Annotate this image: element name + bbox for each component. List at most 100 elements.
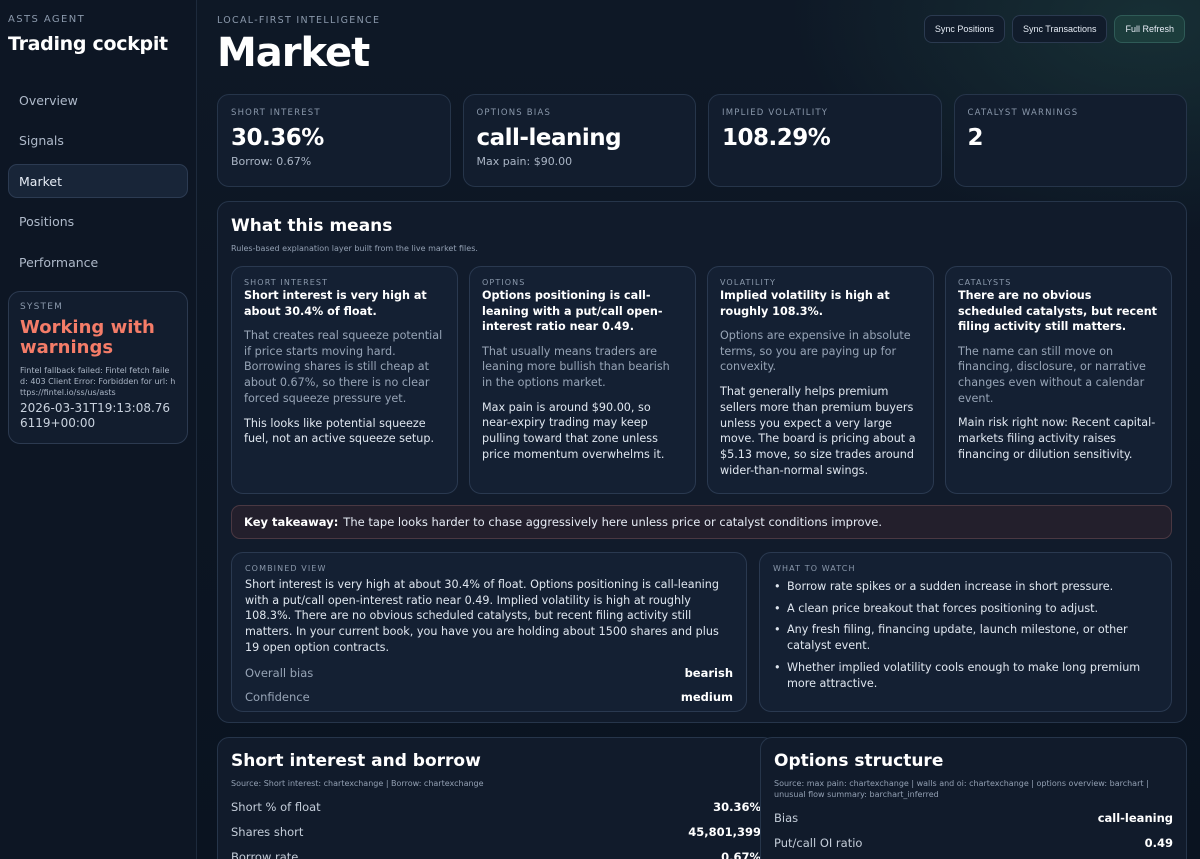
card-conclusion: This looks like potential squeeze fuel, … — [244, 416, 435, 446]
short-interest-panel: Short interest and borrow Source: Short … — [217, 737, 775, 859]
stat-value: 2 — [967, 125, 984, 151]
card-body: The name can still move on financing, di… — [958, 344, 1146, 405]
combined-text: Short interest is very high at about 30.… — [245, 578, 719, 654]
card-headline: Short interest is very high at about 30.… — [244, 289, 427, 318]
stat-implied-volatility: IMPLIED VOLATILITY 108.29% — [708, 94, 942, 187]
table-row: Shares short 45,801,399 — [231, 825, 761, 839]
panel-source: Source: Short interest: chartexchange | … — [231, 779, 484, 788]
card-conclusion: That generally helps premium sellers mor… — [720, 385, 916, 477]
card-kicker: OPTIONS — [482, 278, 526, 287]
main-content: LOCAL-FIRST INTELLIGENCE Market Sync Pos… — [217, 0, 1187, 859]
row-label: Short % of float — [231, 800, 321, 814]
card-kicker: CATALYSTS — [958, 278, 1012, 287]
confidence-value: medium — [680, 689, 733, 704]
overall-bias-value: bearish — [684, 665, 733, 680]
system-kicker: SYSTEM — [20, 302, 64, 312]
card-body: Options are expensive in absolute terms,… — [720, 329, 911, 374]
panel-title: Options structure — [774, 751, 944, 771]
sidebar-item-performance[interactable]: Performance — [8, 245, 188, 279]
confidence-row: Confidence medium — [245, 690, 733, 704]
card-short-interest: SHORT INTEREST Short interest is very hi… — [231, 266, 458, 494]
card-conclusion: Max pain is around $90.00, so near-expir… — [482, 400, 665, 461]
page-title: Market — [217, 30, 370, 76]
watch-kicker: WHAT TO WATCH — [773, 564, 856, 573]
system-message: Fintel fallback failed: Fintel fetch fai… — [20, 366, 176, 397]
takeaway-text: The tape looks harder to chase aggressiv… — [343, 515, 883, 529]
card-conclusion: Main risk right now: Recent capital-mark… — [958, 416, 1156, 461]
card-headline: There are no obvious scheduled catalysts… — [958, 289, 1158, 333]
header-actions: Sync Positions Sync Transactions Full Re… — [923, 15, 1185, 43]
card-body: That usually means traders are leaning m… — [482, 344, 670, 389]
card-options: OPTIONS Options positioning is call-lean… — [469, 266, 696, 494]
row-label: Put/call OI ratio — [774, 836, 863, 850]
stat-catalyst-warnings: CATALYST WARNINGS 2 — [953, 94, 1187, 187]
explanation-panel: What this means Rules-based explanation … — [217, 201, 1187, 723]
card-kicker: VOLATILITY — [720, 278, 776, 287]
card-body: That creates real squeeze potential if p… — [244, 329, 443, 405]
stat-short-interest: SHORT INTEREST 30.36% Borrow: 0.67% — [217, 94, 451, 187]
watch-item: Any fresh filing, financing update, laun… — [773, 622, 1158, 653]
sidebar: ASTS AGENT Trading cockpit Overview Sign… — [0, 0, 197, 859]
stat-label: CATALYST WARNINGS — [967, 108, 1079, 118]
explain-cards: SHORT INTEREST Short interest is very hi… — [231, 266, 1172, 494]
sync-positions-button[interactable]: Sync Positions — [923, 15, 1005, 43]
overall-bias-label: Overall bias — [245, 665, 314, 680]
system-timestamp: 2026-03-31T19:13:08.766119+00:00 — [20, 401, 171, 430]
stat-value: 30.36% — [231, 125, 324, 151]
table-row: Put/call OI ratio 0.49 — [774, 836, 1173, 850]
sidebar-item-overview[interactable]: Overview — [8, 83, 188, 117]
stat-options-bias: OPTIONS BIAS call-leaning Max pain: $90.… — [462, 94, 696, 187]
card-kicker: SHORT INTEREST — [244, 278, 329, 287]
confidence-label: Confidence — [245, 689, 310, 704]
watch-item: A clean price breakout that forces posit… — [773, 601, 1158, 617]
stat-cards: SHORT INTEREST 30.36% Borrow: 0.67% OPTI… — [217, 94, 1187, 187]
options-structure-panel: Options structure Source: max pain: char… — [760, 737, 1187, 859]
row-value: call-leaning — [1097, 811, 1173, 825]
what-to-watch: WHAT TO WATCH Borrow rate spikes or a su… — [759, 552, 1172, 712]
brand-kicker: ASTS AGENT — [8, 14, 86, 25]
stat-label: OPTIONS BIAS — [476, 108, 552, 118]
table-row: Bias call-leaning — [774, 811, 1173, 825]
stat-value: 108.29% — [722, 125, 831, 151]
panel-title: Short interest and borrow — [231, 751, 481, 771]
combined-view: COMBINED VIEW Short interest is very hig… — [231, 552, 747, 712]
full-refresh-button[interactable]: Full Refresh — [1114, 15, 1185, 43]
watch-item: Borrow rate spikes or a sudden increase … — [773, 579, 1158, 595]
table-row: Borrow rate 0.67% — [231, 850, 761, 859]
watch-list: Borrow rate spikes or a sudden increase … — [773, 579, 1158, 691]
stat-label: SHORT INTEREST — [231, 108, 321, 118]
stat-sub: Max pain: $90.00 — [476, 155, 573, 168]
row-value: 0.49 — [1144, 836, 1173, 850]
sidebar-nav: Overview Signals Market Positions Perfor… — [8, 83, 188, 279]
sidebar-item-signals[interactable]: Signals — [8, 124, 188, 158]
stat-value: call-leaning — [476, 125, 622, 151]
row-label: Bias — [774, 811, 799, 825]
table-row: Short % of float 30.36% — [231, 800, 761, 814]
overall-bias-row: Overall bias bearish — [245, 666, 733, 680]
row-label: Shares short — [231, 825, 304, 839]
explain-subtitle: Rules-based explanation layer built from… — [231, 244, 478, 253]
sidebar-item-market[interactable]: Market — [8, 164, 188, 198]
sidebar-item-positions[interactable]: Positions — [8, 205, 188, 239]
row-value: 45,801,399 — [688, 825, 761, 839]
stat-label: IMPLIED VOLATILITY — [722, 108, 829, 118]
card-catalysts: CATALYSTS There are no obvious scheduled… — [945, 266, 1172, 494]
watch-item: Whether implied volatility cools enough … — [773, 660, 1158, 691]
takeaway-label: Key takeaway: — [244, 515, 339, 529]
panel-source: Source: max pain: chartexchange | walls … — [774, 779, 1149, 799]
combined-kicker: COMBINED VIEW — [245, 564, 327, 573]
row-value: 0.67% — [721, 850, 761, 859]
sync-transactions-button[interactable]: Sync Transactions — [1011, 15, 1108, 43]
explain-title: What this means — [231, 216, 393, 236]
row-value: 30.36% — [713, 800, 761, 814]
stat-sub: Borrow: 0.67% — [231, 155, 312, 168]
card-volatility: VOLATILITY Implied volatility is high at… — [707, 266, 934, 494]
page-kicker: LOCAL-FIRST INTELLIGENCE — [217, 15, 381, 26]
system-status: Working with warnings — [20, 317, 155, 358]
card-headline: Implied volatility is high at roughly 10… — [720, 289, 890, 318]
key-takeaway: Key takeaway: The tape looks harder to c… — [231, 505, 1172, 539]
card-headline: Options positioning is call-leaning with… — [482, 289, 663, 333]
brand-title: Trading cockpit — [8, 33, 168, 55]
row-label: Borrow rate — [231, 850, 299, 859]
system-status-card: SYSTEM Working with warnings Fintel fall… — [8, 291, 188, 444]
